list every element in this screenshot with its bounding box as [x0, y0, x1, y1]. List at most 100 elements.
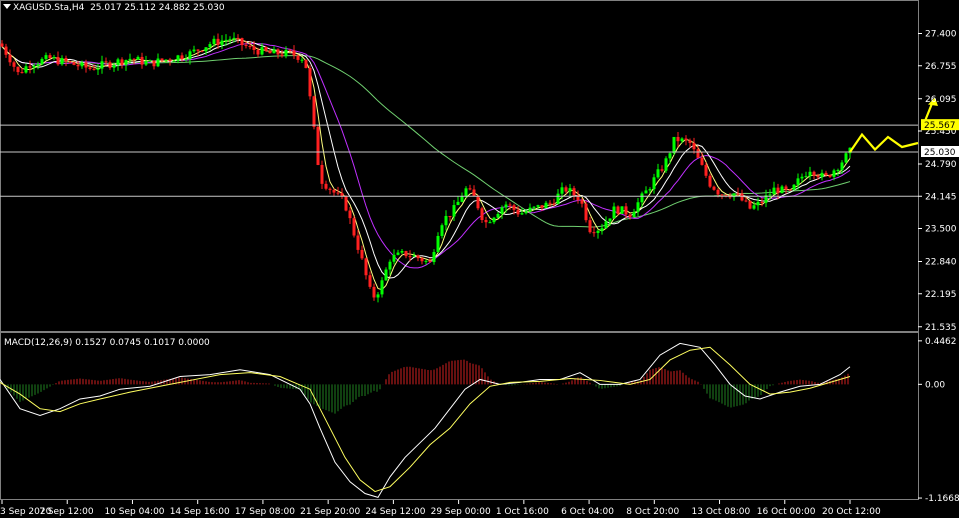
candle-body: [264, 47, 268, 51]
price-tick-label: 26.755: [925, 62, 957, 72]
candle-body: [812, 171, 816, 176]
candle-body: [288, 49, 292, 51]
candle-body: [476, 195, 480, 209]
candle-body: [784, 186, 788, 190]
macd-line: [0, 342, 851, 498]
candle-body: [16, 66, 20, 73]
candle-body: [4, 46, 8, 55]
candle-body: [256, 50, 260, 55]
time-tick-label: 8 Oct 20:00: [626, 507, 679, 517]
candle-body: [608, 218, 612, 222]
candle-body: [280, 54, 284, 56]
candle-body: [8, 54, 12, 63]
candle-body: [160, 58, 164, 61]
candle-body: [800, 176, 804, 179]
candle-body: [592, 232, 596, 234]
candle-body: [152, 60, 156, 67]
candle-body: [220, 40, 224, 45]
candle-body: [596, 230, 600, 233]
moving-averages: [1, 38, 851, 291]
candle-body: [156, 58, 160, 67]
candle-body: [376, 294, 380, 298]
candle-body: [96, 68, 100, 70]
candle-body: [840, 162, 844, 170]
candle-body: [184, 58, 188, 60]
candle-body: [636, 202, 640, 212]
candle-body: [328, 188, 332, 190]
time-tick-label: 10 Sep 04:00: [104, 507, 164, 517]
candle-body: [308, 68, 312, 97]
candle-body: [460, 196, 464, 202]
candle-body: [824, 172, 828, 176]
macd-histogram: [1, 359, 849, 414]
candle-body: [624, 206, 628, 215]
candle-body: [444, 215, 448, 226]
candle-body: [180, 55, 184, 60]
candle-body: [424, 260, 428, 262]
candle-body: [828, 175, 832, 177]
candle-body: [36, 64, 40, 66]
candle-body: [620, 206, 624, 214]
candle-body: [716, 189, 720, 195]
candle-body: [584, 203, 588, 221]
candle-body: [248, 46, 252, 48]
price-label-text: 25.030: [924, 148, 956, 158]
candle-body: [700, 157, 704, 165]
candle-body: [88, 67, 92, 69]
time-tick-label: 21 Sep 20:00: [300, 507, 360, 517]
candle-body: [132, 58, 136, 60]
candle-body: [456, 201, 460, 206]
candle-body: [360, 249, 364, 259]
candle-body: [488, 222, 492, 224]
candle-body: [772, 187, 776, 195]
candle-body: [396, 252, 400, 255]
candle-body: [84, 62, 88, 68]
chart-menu-arrow-icon[interactable]: [3, 4, 11, 9]
candle-body: [696, 149, 700, 158]
candle-body: [792, 184, 796, 190]
candle-body: [112, 65, 116, 68]
candle-body: [468, 188, 472, 190]
candle-body: [12, 62, 16, 67]
candle-body: [548, 202, 552, 204]
price-tick-label: 21.535: [925, 323, 957, 333]
candle-body: [356, 235, 360, 250]
chart-canvas[interactable]: 27.40026.75526.09525.45024.79024.14523.5…: [0, 0, 959, 518]
candle-body: [284, 49, 288, 56]
candle-body: [212, 38, 216, 45]
candle-body: [52, 57, 56, 59]
candle-body: [224, 39, 228, 41]
candle-body: [252, 46, 256, 51]
candle-body: [720, 194, 724, 196]
macd-tick-label: 0.4462: [925, 337, 957, 347]
price-tick-label: 23.500: [925, 225, 957, 235]
candle-body: [292, 50, 296, 56]
price-label-text: 25.567: [924, 121, 956, 131]
candle-body: [216, 38, 220, 45]
candle-body: [736, 193, 740, 195]
ohlc-values: 25.017 25.112 24.882 25.030: [90, 3, 225, 13]
candle-body: [408, 256, 412, 258]
candle-body: [560, 187, 564, 194]
candle-body: [60, 58, 64, 65]
price-tick-label: 27.400: [925, 30, 957, 40]
candle-body: [672, 136, 676, 154]
main-chart-header: XAGUSD.Sta,H4 25.017 25.112 24.882 25.03…: [13, 3, 225, 13]
ma-mid-line: [1, 39, 851, 279]
candle-body: [440, 225, 444, 236]
candle-body: [528, 207, 532, 212]
candle-body: [352, 218, 356, 236]
time-tick-label: 7 Sep 12:00: [39, 507, 94, 517]
candle-body: [268, 50, 272, 54]
candle-body: [200, 50, 204, 52]
candle-body: [208, 44, 212, 48]
price-tick-label: 26.095: [925, 95, 957, 105]
candle-body: [428, 260, 432, 263]
candle-body: [516, 209, 520, 215]
candle-body: [320, 164, 324, 184]
candle-body: [788, 189, 792, 191]
candle-body: [128, 58, 132, 61]
candle-body: [464, 188, 468, 197]
candle-body: [580, 200, 584, 204]
candle-body: [76, 64, 80, 67]
